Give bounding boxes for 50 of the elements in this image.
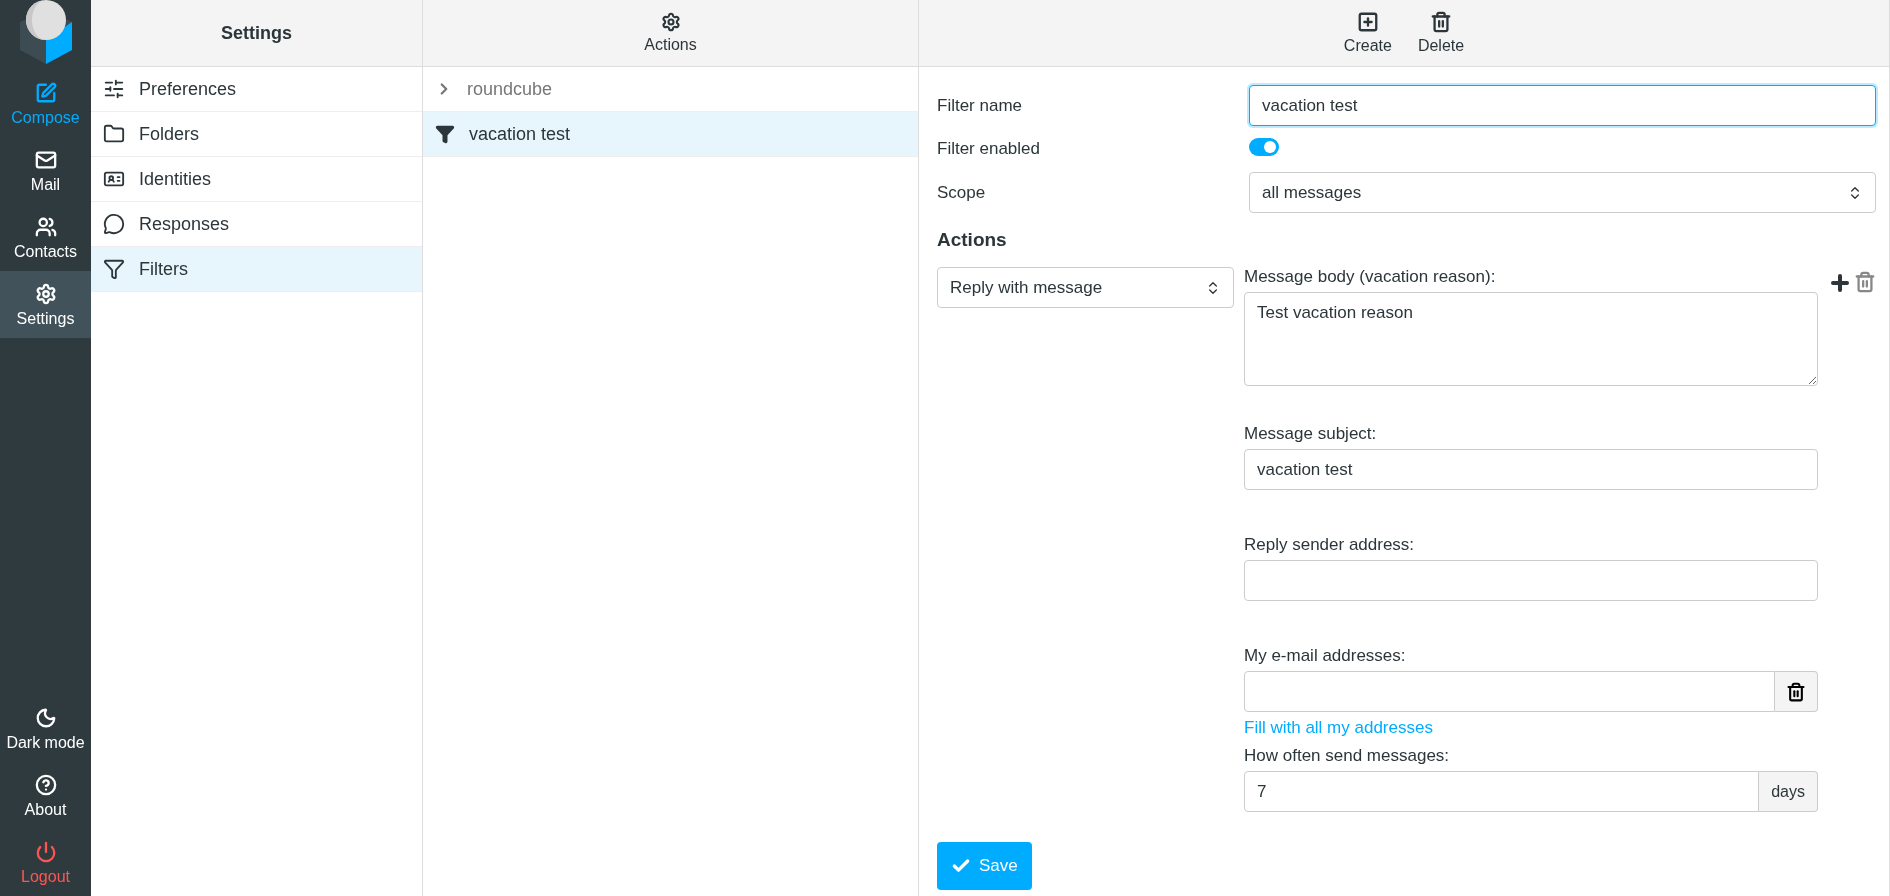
field-label: Message body (vacation reason): <box>1244 267 1497 287</box>
nav-item[interactable]: Settings <box>0 271 91 338</box>
field-label: Message subject: <box>1244 424 1378 444</box>
action-select[interactable]: Reply with message <box>937 267 1234 308</box>
filter-item[interactable]: vacation test <box>423 112 918 157</box>
nav-icon <box>34 82 57 104</box>
field-label: Scope <box>937 182 987 203</box>
section-icon <box>103 258 125 280</box>
trash-icon <box>1785 681 1806 702</box>
addresses-input[interactable] <box>1244 671 1775 712</box>
delete-address-button[interactable] <box>1774 671 1818 712</box>
nav-icon <box>34 149 57 171</box>
actions-button[interactable]: Actions <box>640 8 701 58</box>
nav-item[interactable]: Compose <box>0 70 91 137</box>
section-icon <box>103 123 125 145</box>
field-label: Filter name <box>937 95 1024 116</box>
toolbar-icon <box>1356 11 1379 33</box>
subject-input[interactable]: vacation test <box>1244 449 1818 490</box>
section-icon <box>103 213 125 235</box>
nav-icon <box>34 774 57 796</box>
nav-icon <box>34 707 57 729</box>
field-label: How often send messages: <box>1244 746 1451 766</box>
field-label: Filter enabled <box>937 139 1041 159</box>
toolbar-icon <box>1430 11 1452 33</box>
scope-select[interactable]: all messages <box>1249 172 1876 213</box>
filter-name-input[interactable]: vacation test <box>1249 85 1876 126</box>
message-body-textarea[interactable]: Test vacation reason <box>1244 292 1818 386</box>
nav-item[interactable]: Contacts <box>0 204 91 271</box>
actions-heading: Actions <box>937 229 1008 251</box>
sender-input[interactable] <box>1244 560 1818 601</box>
toolbar-button[interactable]: Delete <box>1413 7 1469 59</box>
unit-addon: days <box>1759 771 1818 812</box>
add-icon[interactable] <box>1828 271 1852 295</box>
enabled-toggle[interactable] <box>1249 138 1279 156</box>
field-label: Reply sender address: <box>1244 535 1416 555</box>
nav-item[interactable]: About <box>0 762 91 829</box>
settings-icon <box>660 12 681 32</box>
section-item[interactable]: Filters <box>91 247 422 292</box>
nav-item[interactable]: Dark mode <box>0 695 91 762</box>
days-input[interactable]: 7 <box>1244 771 1760 812</box>
field-label: My e-mail addresses: <box>1244 646 1407 666</box>
toolbar-button[interactable]: Create <box>1339 7 1396 59</box>
nav-item[interactable]: Logout <box>0 829 91 896</box>
filter-icon <box>435 124 455 144</box>
nav-icon <box>34 283 57 305</box>
settings-title: Settings <box>221 22 292 44</box>
nav-icon <box>34 216 57 238</box>
nav-icon <box>34 841 57 863</box>
section-icon <box>103 78 125 100</box>
nav-item[interactable]: Mail <box>0 137 91 204</box>
